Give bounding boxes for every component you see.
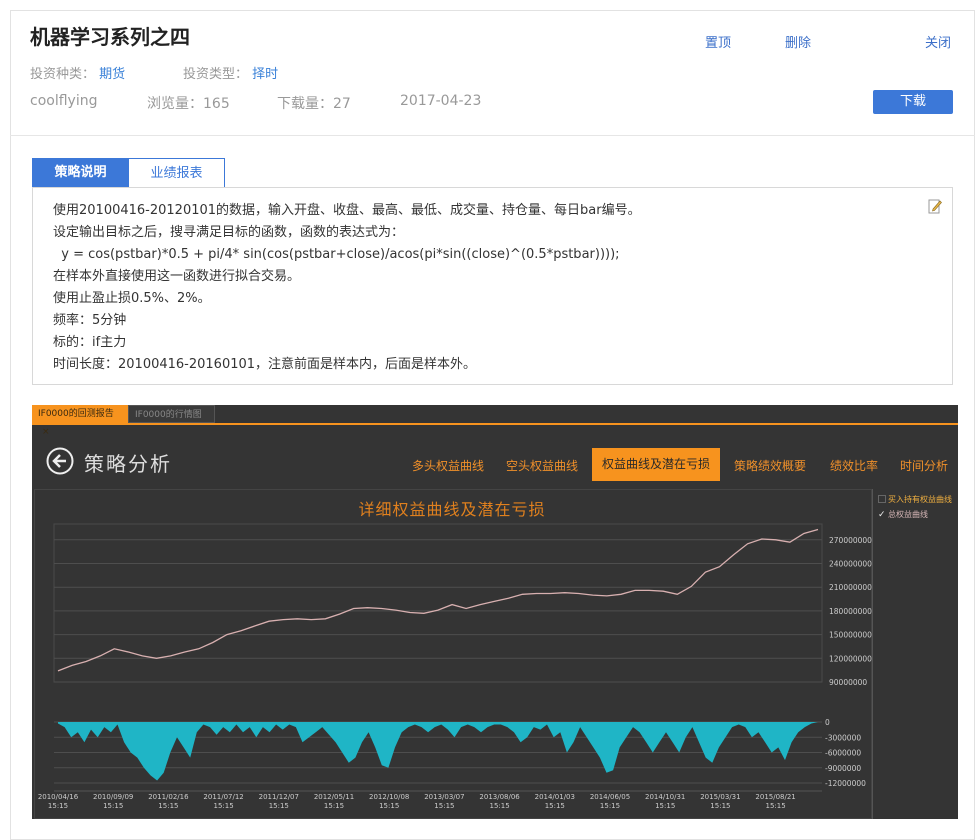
desc-line: 时间长度：20100416-20160101，注意前面是样本内，后面是样本外。: [53, 357, 477, 372]
equity-line: [57, 528, 819, 672]
x-tick-date: 2014/06/05: [590, 793, 630, 801]
app-heading: 策略分析: [84, 452, 172, 476]
y-tick-label: 0: [825, 718, 830, 727]
y-tick-label: -6000000: [825, 749, 861, 758]
delete-button[interactable]: 删除: [785, 32, 811, 51]
x-tick-time: 15:15: [269, 802, 289, 810]
checkbox[interactable]: [878, 495, 886, 503]
y-tick-label: 240000000: [829, 560, 872, 569]
desc-line: 频率：5分钟: [53, 313, 127, 328]
nav-item[interactable]: 空头权益曲线: [506, 457, 578, 474]
invest-kind: 投资种类： 期货: [30, 63, 125, 82]
app-tab-report-label: IF0000的回测报告: [38, 409, 114, 419]
app-tab-report[interactable]: IF0000的回测报告 ×: [32, 405, 128, 437]
desc-line: y = cos(pstbar)*0.5 + pi/4* sin(cos(pstb…: [53, 247, 620, 262]
desc-line: 使用止盈止损0.5%、2%。: [53, 291, 211, 306]
app-tab-quote[interactable]: IF0000的行情图: [128, 405, 215, 423]
invest-kind-label: 投资种类：: [30, 67, 96, 82]
y-tick-label: 180000000: [829, 607, 872, 616]
legend-panel: 买入持有权益曲线 ✓ 总权益曲线: [872, 489, 958, 819]
x-tick-date: 2010/04/16: [38, 793, 79, 801]
x-tick-time: 15:15: [655, 802, 675, 810]
legend-label: 总权益曲线: [888, 510, 928, 519]
legend-label: 买入持有权益曲线: [888, 495, 952, 504]
x-tick-time: 15:15: [545, 802, 565, 810]
y-tick-label: 270000000: [829, 536, 872, 545]
y-tick-label: -9000000: [825, 764, 861, 773]
author: coolflying: [30, 93, 98, 109]
nav-item[interactable]: 多头权益曲线: [412, 457, 484, 474]
y-tick-label: 90000000: [829, 678, 867, 687]
x-tick-time: 15:15: [710, 802, 730, 810]
x-tick-time: 15:15: [434, 802, 454, 810]
y-tick-label: 120000000: [829, 654, 872, 663]
x-tick-time: 15:15: [490, 802, 510, 810]
x-tick-time: 15:15: [600, 802, 620, 810]
divider: [10, 135, 975, 136]
x-tick-date: 2012/05/11: [314, 793, 354, 801]
download-button[interactable]: 下载: [873, 90, 953, 114]
backtest-screenshot: IF0000的回测报告 × IF0000的行情图 策略分析 多头权益曲线 空头权益…: [32, 405, 958, 819]
invest-kind-value[interactable]: 期货: [99, 67, 125, 82]
legend-total-equity[interactable]: ✓ 总权益曲线: [878, 509, 928, 520]
y-tick-label: -3000000: [825, 733, 861, 742]
x-tick-date: 2015/08/21: [755, 793, 795, 801]
x-tick-time: 15:15: [103, 802, 123, 810]
x-tick-date: 2014/10/31: [645, 793, 685, 801]
x-tick-time: 15:15: [48, 802, 68, 810]
view-count: 浏览量：165: [147, 96, 230, 112]
equity-chart: 详细权益曲线及潜在亏损 270000000 240000000 210000000 18…: [38, 500, 872, 810]
back-arrow-icon[interactable]: [46, 447, 74, 475]
y-tick-label: 150000000: [829, 631, 872, 640]
chart-title: 详细权益曲线及潜在亏损: [358, 500, 545, 519]
download-count: 下载量：27: [277, 96, 351, 112]
x-tick-time: 15:15: [214, 802, 234, 810]
tab-underline: [32, 423, 958, 425]
tab-performance-report[interactable]: 业绩报表: [128, 158, 225, 188]
desc-line: 在样本外直接使用这一函数进行拟合交易。: [53, 269, 301, 284]
tab-strategy-description[interactable]: 策略说明: [32, 158, 129, 188]
desc-line: 标的：if主力: [53, 335, 127, 350]
x-tick-date: 2011/12/07: [259, 793, 299, 801]
invest-type-label: 投资类型：: [183, 67, 249, 82]
x-tick-date: 2010/09/09: [93, 793, 133, 801]
x-tick-time: 15:15: [324, 802, 344, 810]
x-tick-date: 2015/03/31: [700, 793, 740, 801]
x-tick-time: 15:15: [379, 802, 399, 810]
x-tick-time: 15:15: [766, 802, 786, 810]
desc-line: 设定输出目标之后，搜寻满足目标的函数，函数的表达式为：: [53, 225, 405, 240]
page-title: 机器学习系列之四: [30, 25, 190, 49]
strategy-description: 使用20100416-20120101的数据，输入开盘、收盘、最高、最低、成交量…: [32, 187, 953, 385]
close-icon[interactable]: ×: [42, 427, 50, 437]
close-button[interactable]: 关闭: [925, 32, 951, 51]
publish-date: 2017-04-23: [400, 93, 482, 109]
legend-buy-hold[interactable]: 买入持有权益曲线: [878, 494, 952, 505]
edit-icon[interactable]: [928, 198, 942, 214]
y-tick-label: 210000000: [829, 583, 872, 592]
drawdown-area: [58, 722, 818, 781]
nav-item[interactable]: 绩效比率: [830, 457, 878, 474]
nav-item[interactable]: 权益曲线及潜在亏损: [592, 448, 721, 481]
x-tick-date: 2014/01/03: [535, 793, 575, 801]
x-tick-date: 2011/02/16: [148, 793, 189, 801]
checkbox-checked[interactable]: ✓: [878, 511, 886, 520]
invest-type-value[interactable]: 择时: [252, 67, 278, 82]
nav-item[interactable]: 时间分析: [900, 457, 948, 474]
desc-line: 使用20100416-20120101的数据，输入开盘、收盘、最高、最低、成交量…: [53, 203, 641, 218]
x-tick-time: 15:15: [158, 802, 178, 810]
x-tick-date: 2013/03/07: [424, 793, 464, 801]
y-tick-label: -12000000: [825, 779, 866, 788]
x-tick-date: 2012/10/08: [369, 793, 409, 801]
pin-button[interactable]: 置顶: [705, 32, 731, 51]
nav-item[interactable]: 策略绩效概要: [734, 457, 806, 474]
invest-type: 投资类型： 择时: [183, 63, 278, 82]
x-tick-date: 2011/07/12: [203, 793, 243, 801]
x-tick-date: 2013/08/06: [479, 793, 520, 801]
